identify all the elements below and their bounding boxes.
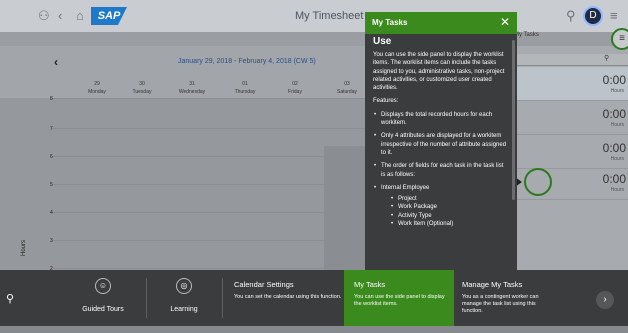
popover-body: Use You can use the side panel to displa… <box>373 36 507 268</box>
day-name: Monday <box>88 89 106 95</box>
features-label: Features: <box>373 98 399 105</box>
previous-week-button[interactable]: ‹ <box>54 55 58 69</box>
popover-scrollbar[interactable] <box>512 40 515 200</box>
day-date: 31 <box>189 81 195 87</box>
feature-item: Displays the total recorded hours for ea… <box>373 111 507 128</box>
hour-gridline <box>52 184 366 185</box>
day-header[interactable]: 30 Tuesday <box>117 80 167 96</box>
features-list: Displays the total recorded hours for ea… <box>373 111 507 229</box>
panel-menu-button[interactable]: ≡ <box>611 28 628 50</box>
day-name: Friday <box>288 89 302 95</box>
hour-label: 7 <box>50 126 53 132</box>
popover-header: My Tasks ✕ <box>365 12 517 34</box>
hour-label: 6 <box>50 154 53 160</box>
week-range[interactable]: January 29, 2018 - February 4, 2018 (CW … <box>178 58 316 65</box>
hour-gridline <box>52 240 366 241</box>
hours-axis-label: Hours <box>21 239 27 256</box>
feature-item: Only 4 attributes are displayed for a wo… <box>373 132 507 157</box>
close-icon[interactable]: ✕ <box>500 15 510 29</box>
sub-item: Activity Type <box>391 212 507 221</box>
hour-gridline <box>52 98 366 99</box>
search-icon[interactable]: ⚲ <box>6 292 14 305</box>
day-header[interactable]: 02 Friday <box>270 80 320 96</box>
day-date: 02 <box>292 81 298 87</box>
home-icon[interactable]: ⌂ <box>76 8 84 24</box>
guided-tour-bar: ⚲ ☺ Guided Tours ◎ Learning Calendar Set… <box>0 270 628 326</box>
tile-label: Guided Tours <box>82 306 124 313</box>
feature-item: Internal Employee Project Work Package A… <box>373 184 507 229</box>
app-title-menu[interactable]: My Timesheet ∨ <box>295 9 375 22</box>
sub-item: Work Package <box>391 203 507 212</box>
popover-title: My Tasks <box>372 18 408 27</box>
task-hours: 0:00 <box>602 73 626 87</box>
calendar-header: ‹ January 29, 2018 - February 4, 2018 (C… <box>0 46 366 98</box>
sub-heading: Internal Employee <box>381 184 430 191</box>
hour-gridline <box>52 128 366 129</box>
day-date: 01 <box>242 81 248 87</box>
sub-item: Work Item (Optional) <box>391 220 507 229</box>
guided-tours-tile[interactable]: ☺ Guided Tours <box>60 270 146 326</box>
hour-gridline <box>52 212 366 213</box>
tile-label: Learning <box>170 306 198 313</box>
task-unit: Hours <box>610 156 624 162</box>
card-desc: You as a contingent worker can manage th… <box>462 294 539 314</box>
task-unit: Hours <box>610 88 624 94</box>
feature-item: The order of fields for each task in the… <box>373 162 507 179</box>
hour-gridline <box>52 156 366 157</box>
card-desc: You can set the calendar using this func… <box>234 294 342 300</box>
app-title: My Timesheet <box>295 10 364 22</box>
person-icon[interactable]: ⚇ <box>38 8 50 24</box>
menu-icon[interactable]: ≡ <box>610 8 618 24</box>
hour-label: 8 <box>50 96 53 102</box>
task-unit: Hours <box>610 187 624 193</box>
footer-strip <box>0 326 628 333</box>
task-hours: 0:00 <box>602 141 626 155</box>
guided-tours-icon: ☺ <box>95 278 111 294</box>
task-hours: 0:00 <box>602 172 626 186</box>
divider <box>222 278 223 318</box>
day-date: 30 <box>139 81 145 87</box>
day-name: Thursday <box>234 89 256 95</box>
back-icon[interactable]: ‹ <box>58 8 62 24</box>
search-icon[interactable]: ⚲ <box>566 8 576 24</box>
day-date: 29 <box>94 81 100 87</box>
day-header[interactable]: 29 Monday <box>72 80 122 96</box>
learning-icon: ◎ <box>176 278 192 294</box>
day-name: Wednesday <box>178 89 206 95</box>
hour-label: 5 <box>50 182 53 188</box>
shell-bar: ⚇ ‹ ⌂ SAP My Timesheet ∨ ⚲ D ≡ <box>0 0 628 32</box>
avatar[interactable]: D <box>583 6 603 26</box>
popover-heading: Use <box>373 36 392 47</box>
hour-label: 3 <box>50 238 53 244</box>
task-hours: 0:00 <box>602 107 626 121</box>
panel-header: My Tasks <box>514 32 539 38</box>
sub-list: Project Work Package Activity Type Work … <box>381 195 507 228</box>
next-icon[interactable]: › <box>596 291 614 309</box>
guided-tour-popover: My Tasks ✕ Use You can use the side pane… <box>365 12 517 270</box>
tour-focus-ring <box>524 168 552 196</box>
day-name: Tuesday <box>132 89 152 95</box>
sub-item: Project <box>391 195 507 204</box>
day-header[interactable]: 01 Thursday <box>220 80 270 96</box>
day-header[interactable]: 31 Wednesday <box>167 80 217 96</box>
hour-gridline <box>52 268 366 269</box>
hour-label: 4 <box>50 210 53 216</box>
my-tasks-card[interactable]: My Tasks You can use the side panel to d… <box>344 270 454 326</box>
week-calendar: ‹ January 29, 2018 - February 4, 2018 (C… <box>0 46 366 316</box>
card-desc: You can use the side panel to display th… <box>354 294 445 307</box>
card-title: Calendar Settings <box>234 280 294 289</box>
search-icon[interactable]: ⚲ <box>604 54 611 62</box>
card-title: Manage My Tasks <box>462 280 523 289</box>
calendar-settings-card[interactable]: Calendar Settings You can set the calend… <box>224 270 342 326</box>
learning-tile[interactable]: ◎ Learning <box>146 270 222 326</box>
popover-intro: You can use the side panel to display th… <box>373 52 505 92</box>
sap-logo: SAP <box>91 7 127 25</box>
manage-my-tasks-card[interactable]: Manage My Tasks You as a contingent work… <box>452 270 588 326</box>
task-unit: Hours <box>610 122 624 128</box>
card-title: My Tasks <box>354 280 386 289</box>
